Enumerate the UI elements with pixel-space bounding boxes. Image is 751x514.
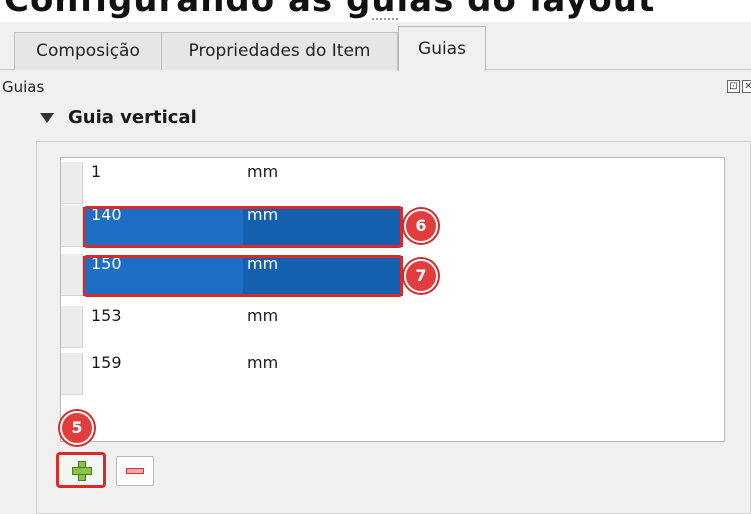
table-row[interactable]: 159 mm <box>61 353 724 395</box>
highlight-outline <box>83 255 403 297</box>
table-row[interactable]: 150 mm <box>61 254 724 297</box>
row-header[interactable] <box>61 254 83 296</box>
add-guide-button[interactable] <box>56 452 106 488</box>
section-header[interactable]: Guia vertical <box>40 107 197 128</box>
guide-value[interactable]: 159 <box>91 353 122 395</box>
section-label: Guia vertical <box>68 107 197 128</box>
tab-composicao[interactable]: Composição <box>14 32 162 70</box>
plus-icon <box>72 461 92 481</box>
step-marker-7: 7 <box>404 259 438 293</box>
cropped-header: Configurando as guias do layout <box>0 0 751 22</box>
tab-guias[interactable]: Guias <box>398 26 486 71</box>
table-row[interactable]: 1 mm <box>61 162 724 204</box>
drag-grip[interactable] <box>372 18 398 20</box>
table-row[interactable]: 153 mm <box>61 306 724 348</box>
cropped-header-text: Configurando as guias do layout <box>4 0 656 20</box>
guides-table[interactable]: 1 mm 140 mm 150 mm 153 mm 159 mm <box>60 157 725 442</box>
panel-controls: ⊡ ✕ <box>727 80 751 93</box>
close-icon[interactable]: ✕ <box>742 80 751 93</box>
step-marker-6: 6 <box>404 209 438 243</box>
tab-propriedades-do-item[interactable]: Propriedades do Item <box>161 32 398 70</box>
expand-triangle-icon[interactable] <box>40 112 54 123</box>
row-header[interactable] <box>61 205 83 247</box>
float-icon[interactable]: ⊡ <box>727 80 740 93</box>
panel-title: Guias <box>2 78 45 96</box>
guide-value[interactable]: 1 <box>91 162 101 204</box>
guide-unit[interactable]: mm <box>247 306 278 348</box>
row-header[interactable] <box>61 162 83 204</box>
tab-bar: Composição Propriedades do Item Guias <box>0 22 751 71</box>
row-header[interactable] <box>61 353 83 395</box>
step-marker-5: 5 <box>60 411 94 445</box>
highlight-outline <box>83 206 403 248</box>
row-header[interactable] <box>61 306 83 348</box>
remove-guide-button[interactable] <box>116 456 154 486</box>
guide-value[interactable]: 153 <box>91 306 122 348</box>
table-row[interactable]: 140 mm <box>61 205 724 248</box>
guide-unit[interactable]: mm <box>247 162 278 204</box>
guide-unit[interactable]: mm <box>247 353 278 395</box>
minus-icon <box>126 468 144 474</box>
